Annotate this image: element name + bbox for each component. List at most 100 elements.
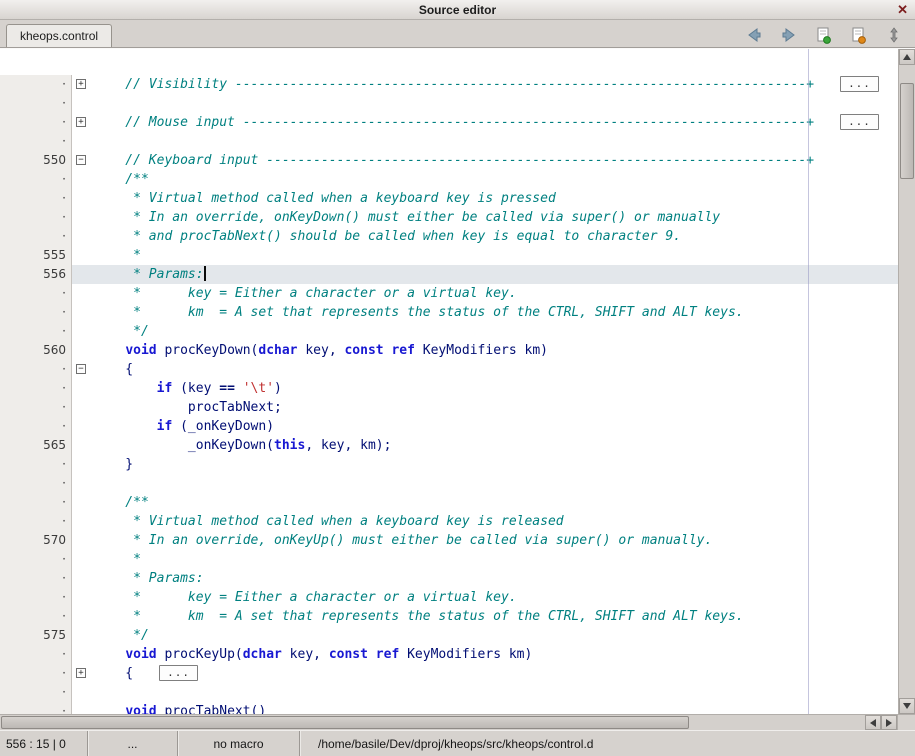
fold-margin xyxy=(72,474,94,493)
code-viewport[interactable]: ·+ // Visibility -----------------------… xyxy=(0,49,898,714)
code-line[interactable]: ·+ {... xyxy=(0,664,898,683)
line-number: · xyxy=(0,208,72,227)
code-line[interactable]: · * Virtual method called when a keyboar… xyxy=(0,189,898,208)
scroll-down-button[interactable] xyxy=(899,698,915,714)
code-line[interactable]: · xyxy=(0,474,898,493)
fold-margin xyxy=(72,341,94,360)
code-line[interactable]: · * xyxy=(0,550,898,569)
fold-margin xyxy=(72,322,94,341)
scroll-right-icon xyxy=(886,719,892,727)
fold-margin xyxy=(72,379,94,398)
file-path: /home/basile/Dev/dproj/kheops/src/kheops… xyxy=(318,737,593,751)
code-content: if (_onKeyDown) xyxy=(94,417,898,436)
horizontal-scrollbar[interactable] xyxy=(0,714,915,730)
code-line[interactable]: · xyxy=(0,683,898,702)
scroll-up-button[interactable] xyxy=(899,49,915,65)
code-line[interactable]: 575 */ xyxy=(0,626,898,645)
code-line[interactable]: 565 _onKeyDown(this, key, km); xyxy=(0,436,898,455)
detach-editor-button[interactable] xyxy=(883,25,905,45)
horizontal-scroll-track[interactable] xyxy=(0,715,865,730)
vertical-scrollbar[interactable] xyxy=(898,49,915,714)
code-line[interactable]: · xyxy=(0,132,898,151)
line-number: · xyxy=(0,398,72,417)
back-button[interactable] xyxy=(743,25,765,45)
window-titlebar: Source editor ✕ xyxy=(0,0,915,20)
code-line[interactable]: ·+ // Visibility -----------------------… xyxy=(0,75,898,94)
code-line[interactable]: · } xyxy=(0,455,898,474)
code-line[interactable]: ·+ // Mouse input ----------------------… xyxy=(0,113,898,132)
code-content: if (key == '\t') xyxy=(94,379,898,398)
code-line[interactable]: · * Virtual method called when a keyboar… xyxy=(0,512,898,531)
fold-margin xyxy=(72,227,94,246)
code-line[interactable]: · /** xyxy=(0,493,898,512)
code-line[interactable]: · void procKeyUp(dchar key, const ref Ke… xyxy=(0,645,898,664)
line-number: · xyxy=(0,455,72,474)
fold-margin xyxy=(72,94,94,113)
folded-code-hint[interactable]: ... xyxy=(840,76,879,92)
fold-margin xyxy=(72,512,94,531)
scroll-right-button[interactable] xyxy=(881,715,897,730)
line-number: · xyxy=(0,132,72,151)
document-modified-button[interactable] xyxy=(848,25,870,45)
code-line[interactable]: · * key = Either a character or a virtua… xyxy=(0,284,898,303)
code-line[interactable]: · if (key == '\t') xyxy=(0,379,898,398)
code-line[interactable]: · void procTabNext() xyxy=(0,702,898,714)
code-line[interactable]: · xyxy=(0,94,898,113)
code-content: * xyxy=(94,246,898,265)
close-icon[interactable]: ✕ xyxy=(897,2,908,18)
line-number: · xyxy=(0,94,72,113)
folded-code-hint[interactable]: ... xyxy=(840,114,879,130)
code-line[interactable]: · if (_onKeyDown) xyxy=(0,417,898,436)
code-line[interactable]: · * and procTabNext() should be called w… xyxy=(0,227,898,246)
fold-margin xyxy=(72,265,94,284)
fold-expand-icon[interactable]: + xyxy=(76,79,86,89)
code-line[interactable]: 550− // Keyboard input -----------------… xyxy=(0,151,898,170)
fold-collapse-icon[interactable]: − xyxy=(76,364,86,374)
fold-margin xyxy=(72,208,94,227)
code-line[interactable]: · */ xyxy=(0,322,898,341)
line-number: · xyxy=(0,303,72,322)
forward-button[interactable] xyxy=(778,25,800,45)
pending-indicator: ... xyxy=(127,737,137,751)
code-line[interactable]: · * key = Either a character or a virtua… xyxy=(0,588,898,607)
code-line[interactable]: · * km = A set that represents the statu… xyxy=(0,607,898,626)
folded-code-hint[interactable]: ... xyxy=(159,665,198,681)
code-line[interactable]: 555 * xyxy=(0,246,898,265)
code-line[interactable]: · * Params: xyxy=(0,569,898,588)
line-number: · xyxy=(0,474,72,493)
code-content xyxy=(94,94,898,113)
code-line[interactable]: · * In an override, onKeyDown() must eit… xyxy=(0,208,898,227)
editor-toolbar xyxy=(743,24,905,46)
tab-label: kheops.control xyxy=(20,29,98,43)
fold-expand-icon[interactable]: + xyxy=(76,668,86,678)
code-line[interactable]: · /** xyxy=(0,170,898,189)
vertical-scroll-thumb[interactable] xyxy=(900,83,914,179)
code-line[interactable]: 570 * In an override, onKeyUp() must eit… xyxy=(0,531,898,550)
line-number: 570 xyxy=(0,531,72,550)
vertical-scroll-track[interactable] xyxy=(899,65,915,698)
status-bar: 556 : 15 | 0 ... no macro /home/basile/D… xyxy=(0,730,915,756)
fold-margin xyxy=(72,417,94,436)
line-number: · xyxy=(0,588,72,607)
code-line[interactable]: · procTabNext; xyxy=(0,398,898,417)
tab-kheops-control[interactable]: kheops.control xyxy=(6,24,112,47)
line-number: · xyxy=(0,360,72,379)
scroll-left-button[interactable] xyxy=(865,715,881,730)
document-new-button[interactable] xyxy=(813,25,835,45)
fold-margin xyxy=(72,588,94,607)
fold-margin xyxy=(72,170,94,189)
fold-margin xyxy=(72,246,94,265)
line-number: · xyxy=(0,683,72,702)
fold-collapse-icon[interactable]: − xyxy=(76,155,86,165)
code-content: * key = Either a character or a virtual … xyxy=(94,588,898,607)
code-line[interactable]: 560 void procKeyDown(dchar key, const re… xyxy=(0,341,898,360)
fold-expand-icon[interactable]: + xyxy=(76,117,86,127)
code-line[interactable]: · * km = A set that represents the statu… xyxy=(0,303,898,322)
code-line[interactable]: 556 * Params: xyxy=(0,265,898,284)
fold-margin xyxy=(72,550,94,569)
code-line[interactable]: ·− { xyxy=(0,360,898,379)
line-number: · xyxy=(0,512,72,531)
horizontal-scroll-thumb[interactable] xyxy=(1,716,689,729)
code-content: * Params: xyxy=(94,569,898,588)
code-content: procTabNext; xyxy=(94,398,898,417)
